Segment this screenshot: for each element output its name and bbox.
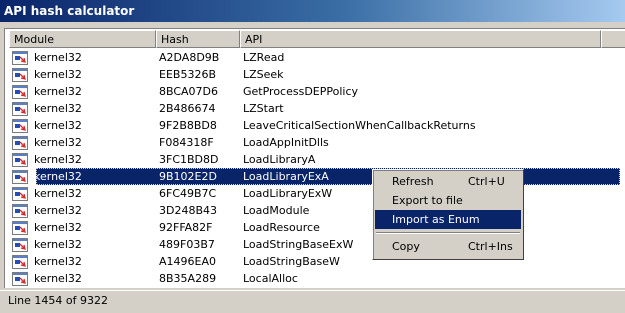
table-row[interactable]: kernel32 EEB5326B LZSeek xyxy=(8,66,620,83)
list-rows: kernel32 A2DA8D9B LZRead kernel32 EEB5326B LZ… xyxy=(8,49,620,287)
cell-api: LocalAlloc xyxy=(243,272,298,285)
table-row[interactable]: kernel32 6FC49B7C LoadLibraryExW xyxy=(8,185,620,202)
table-row[interactable]: kernel32 92FFA82F LoadResource xyxy=(8,219,620,236)
cell-hash: 92FFA82F xyxy=(159,221,213,234)
cell-api: LeaveCriticalSectionWhenCallbackReturns xyxy=(243,119,476,132)
cell-hash: F084318F xyxy=(159,136,214,149)
cell-hash: 489F03B7 xyxy=(159,238,215,251)
menu-item-export-to-file[interactable]: Export to file xyxy=(375,191,521,210)
cell-hash: A2DA8D9B xyxy=(159,51,220,64)
table-row[interactable]: kernel32 2B486674 LZStart xyxy=(8,100,620,117)
cell-module: kernel32 xyxy=(34,102,82,115)
dll-module-icon xyxy=(12,186,28,201)
cell-hash: EEB5326B xyxy=(159,68,216,81)
menu-item-shortcut: Ctrl+U xyxy=(468,175,505,188)
cell-module: kernel32 xyxy=(34,204,82,217)
dll-module-icon xyxy=(12,67,28,82)
cell-hash: 2B486674 xyxy=(159,102,216,115)
cell-module: kernel32 xyxy=(34,255,82,268)
cell-module: kernel32 xyxy=(34,272,82,285)
table-row[interactable]: kernel32 489F03B7 LoadStringBaseExW xyxy=(8,236,620,253)
window-title-bar[interactable]: API hash calculator xyxy=(0,0,625,22)
window-title: API hash calculator xyxy=(4,4,135,18)
cell-module: kernel32 xyxy=(34,170,82,183)
cell-api: LoadAppInitDlls xyxy=(243,136,329,149)
menu-separator xyxy=(375,229,521,237)
cell-hash: 3D248B43 xyxy=(159,204,218,217)
cell-module: kernel32 xyxy=(34,136,82,149)
column-header-hash[interactable]: Hash xyxy=(156,30,240,48)
cell-module: kernel32 xyxy=(34,85,82,98)
table-row[interactable]: kernel32 3FC1BD8D LoadLibraryA xyxy=(8,151,620,168)
table-row[interactable]: kernel32 8B35A289 LocalAlloc xyxy=(8,270,620,287)
cell-api: LZStart xyxy=(243,102,284,115)
menu-item-copy[interactable]: Copy Ctrl+Ins xyxy=(375,237,521,256)
menu-item-refresh[interactable]: Refresh Ctrl+U xyxy=(375,172,521,191)
cell-hash: A1496EA0 xyxy=(159,255,216,268)
table-row[interactable]: kernel32 A1496EA0 LoadStringBaseW xyxy=(8,253,620,270)
cell-module: kernel32 xyxy=(34,187,82,200)
table-row[interactable]: kernel32 8BCA07D6 GetProcessDEPPolicy xyxy=(8,83,620,100)
cell-api: LZRead xyxy=(243,51,285,64)
dll-module-icon xyxy=(12,84,28,99)
table-row-selected[interactable]: kernel32 9B102E2D LoadLibraryExA xyxy=(8,168,620,185)
dll-module-icon xyxy=(12,271,28,286)
column-header-api[interactable]: API xyxy=(240,30,601,48)
cell-module: kernel32 xyxy=(34,119,82,132)
cell-api: LoadLibraryA xyxy=(243,153,316,166)
dll-module-icon xyxy=(12,237,28,252)
menu-item-label: Copy xyxy=(392,240,420,253)
dll-module-icon xyxy=(12,135,28,150)
dll-module-icon xyxy=(12,118,28,133)
cell-hash: 8BCA07D6 xyxy=(159,85,219,98)
cell-module: kernel32 xyxy=(34,238,82,251)
cell-module: kernel32 xyxy=(34,221,82,234)
status-bar: Line 1454 of 9322 xyxy=(0,290,625,313)
column-header-filler xyxy=(601,30,625,48)
menu-item-label: Export to file xyxy=(392,194,463,207)
column-header-module[interactable]: Module xyxy=(9,30,156,48)
cell-api: LZSeek xyxy=(243,68,284,81)
context-menu: Refresh Ctrl+U Export to file Import as Enu… xyxy=(372,169,524,260)
dll-module-icon xyxy=(12,220,28,235)
dll-module-icon xyxy=(12,203,28,218)
api-list-view[interactable]: Module Hash API kernel32 A2DA8D9B LZRead ke… xyxy=(4,28,625,288)
table-row[interactable]: kernel32 A2DA8D9B LZRead xyxy=(8,49,620,66)
cell-hash: 9F2B8BD8 xyxy=(159,119,217,132)
list-header: Module Hash API xyxy=(9,30,625,48)
menu-item-shortcut: Ctrl+Ins xyxy=(468,240,513,253)
cell-module: kernel32 xyxy=(34,153,82,166)
cell-hash: 6FC49B7C xyxy=(159,187,217,200)
status-text: Line 1454 of 9322 xyxy=(8,294,109,307)
table-row[interactable]: kernel32 F084318F LoadAppInitDlls xyxy=(8,134,620,151)
dll-module-icon xyxy=(12,152,28,167)
menu-item-label: Import as Enum xyxy=(392,213,480,226)
menu-item-import-as-enum[interactable]: Import as Enum xyxy=(375,210,521,229)
cell-hash: 8B35A289 xyxy=(159,272,217,285)
menu-item-label: Refresh xyxy=(392,175,434,188)
dll-module-icon xyxy=(12,254,28,269)
cell-module: kernel32 xyxy=(34,68,82,81)
dll-module-icon xyxy=(12,169,28,184)
dll-module-icon xyxy=(12,101,28,116)
table-row[interactable]: kernel32 3D248B43 LoadModule xyxy=(8,202,620,219)
cell-hash: 9B102E2D xyxy=(159,170,217,183)
cell-api: GetProcessDEPPolicy xyxy=(243,85,359,98)
cell-module: kernel32 xyxy=(34,51,82,64)
cell-hash: 3FC1BD8D xyxy=(159,153,219,166)
table-row[interactable]: kernel32 9F2B8BD8 LeaveCriticalSectionWhen… xyxy=(8,117,620,134)
dll-module-icon xyxy=(12,50,28,65)
